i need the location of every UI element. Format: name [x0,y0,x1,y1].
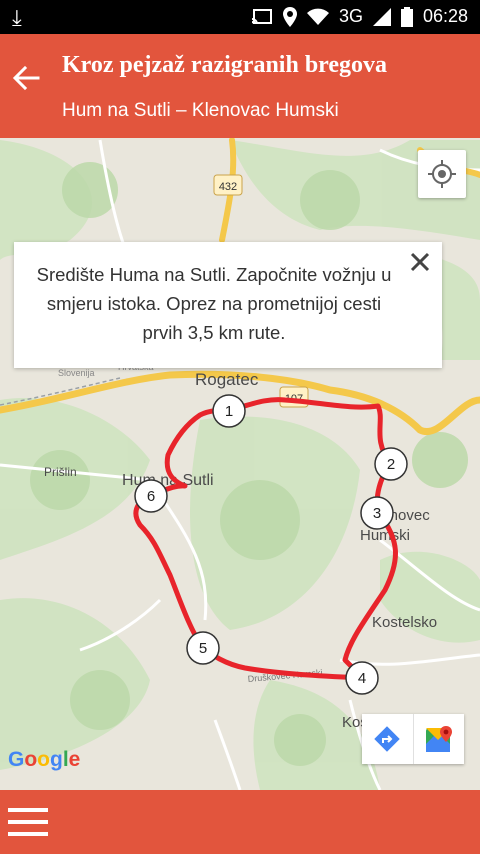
info-popup: Središte Huma na Sutli. Započnite vožnju… [14,242,442,368]
back-arrow-icon[interactable] [10,62,42,94]
waypoint-6[interactable]: 6 [134,479,168,513]
map-canvas[interactable]: 432 107 Rogatec Hum na Sutli Klenovec Hu… [0,138,480,790]
label-prislin: Prišlin [44,465,77,479]
app-bar: Kroz pejzaž razigranih bregova Hum na Su… [0,34,480,138]
svg-text:5: 5 [199,640,207,657]
clock: 06:28 [422,6,468,26]
google-maps-icon [425,726,452,752]
location-pin-icon [282,6,297,27]
map-toolbar [362,714,464,764]
google-logo: Google [8,748,81,771]
info-text: Središte Huma na Sutli. Započnite vožnju… [36,264,392,343]
svg-text:1: 1 [225,403,233,420]
hamburger-menu-icon[interactable] [6,802,50,842]
bottom-bar [0,790,480,854]
map-view[interactable]: 432 107 Rogatec Hum na Sutli Klenovec Hu… [0,138,480,790]
waypoint-3[interactable]: 3 [360,496,394,530]
signal-icon [372,7,391,26]
directions-button[interactable] [362,714,413,764]
svg-text:4: 4 [358,670,366,687]
waypoint-2[interactable]: 2 [374,447,408,481]
label-rogatec: Rogatec [195,370,259,389]
road-shield-432: 432 [213,174,243,196]
open-in-google-maps-button[interactable] [412,714,465,764]
download-icon: ⤓ [12,5,22,30]
network-type: 3G [338,6,363,26]
status-bar: ⤓ 3G 06:28 [0,0,480,34]
svg-text:2: 2 [387,456,395,473]
waypoint-4[interactable]: 4 [345,661,379,695]
directions-icon [374,726,400,752]
svg-text:6: 6 [147,488,155,505]
waypoint-1[interactable]: 1 [212,394,246,428]
page-title: Kroz pejzaž razigranih bregova [62,52,388,78]
label-humski: Humski [360,527,410,544]
svg-text:432: 432 [219,181,237,193]
page-subtitle: Hum na Sutli – Klenovac Humski [62,100,339,121]
svg-text:3: 3 [373,505,381,522]
battery-icon [400,6,413,27]
label-kostelsko: Kostelsko [372,614,437,631]
label-slovenija: Slovenija [58,368,95,378]
my-location-icon [428,160,456,188]
close-icon[interactable] [406,248,434,276]
my-location-button[interactable] [418,150,466,198]
cast-icon [251,8,272,24]
wifi-icon [306,8,329,25]
waypoint-5[interactable]: 5 [186,631,220,665]
